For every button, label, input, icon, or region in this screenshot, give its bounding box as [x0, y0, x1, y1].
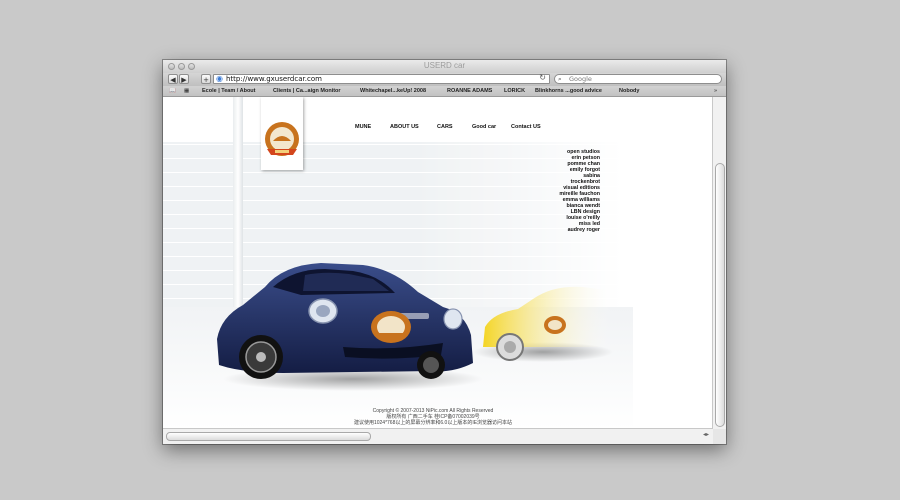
horizontal-scrollbar[interactable]: ◂▸: [163, 428, 713, 444]
search-field[interactable]: ⌕ Google: [554, 74, 722, 84]
window-title: USERD car: [423, 61, 466, 70]
bookmark-item[interactable]: Whitechapel...keUp! 2008: [360, 86, 426, 96]
browser-window: USERD car ◀ ▶ + ◉ http://www.gxuserdcar.…: [163, 60, 726, 444]
bookmark-item[interactable]: Blinkhorns ...good advice: [535, 86, 602, 96]
search-placeholder: Google: [569, 75, 592, 83]
browser-toolbar: ◀ ▶ + ◉ http://www.gxuserdcar.com ↻ ⌕ Go…: [163, 73, 726, 86]
horizontal-scroll-thumb[interactable]: [166, 432, 371, 441]
nav-good-car[interactable]: Good car: [472, 124, 496, 130]
back-button[interactable]: ◀: [168, 74, 178, 84]
add-bookmark-button[interactable]: +: [201, 74, 211, 84]
bookmark-item[interactable]: ROANNE ADAMS: [447, 86, 492, 96]
nav-mune[interactable]: MUNE: [355, 124, 371, 130]
list-item[interactable]: audrey roger: [559, 227, 600, 233]
reload-icon[interactable]: ↻: [539, 74, 546, 82]
blue-car: [217, 263, 483, 391]
nav-about-us[interactable]: ABOUT US: [390, 124, 419, 130]
address-bar-url: http://www.gxuserdcar.com: [226, 75, 322, 83]
site-logo[interactable]: [261, 97, 303, 170]
bookmarks-bar: 📖 ▦ Ecole | Team / About Clients | Ca...…: [163, 86, 726, 97]
chevron-right-icon[interactable]: »: [714, 86, 717, 96]
title-bar[interactable]: USERD car: [163, 60, 726, 73]
grid-icon[interactable]: ▦: [184, 86, 189, 96]
car-illustration: [217, 263, 613, 391]
globe-icon: ◉: [216, 74, 223, 83]
nav-contact-us[interactable]: Contact US: [511, 124, 541, 130]
resize-handle[interactable]: [713, 429, 726, 444]
bookmark-item[interactable]: Ecole | Team / About: [202, 86, 256, 96]
vertical-scrollbar[interactable]: [712, 97, 726, 429]
search-icon: ⌕: [558, 75, 562, 83]
logo-emblem-icon: [265, 122, 299, 156]
yellow-car: [473, 286, 613, 362]
page-content: MUNE ABOUT US CARS Good car Contact US o…: [163, 97, 713, 429]
bookmark-item[interactable]: Clients | Ca...aign Monitor: [273, 86, 341, 96]
scroll-arrows-icon[interactable]: ◂▸: [703, 431, 709, 438]
footer-note: 建议使用1024*768以上的屏幕分辨率和6.0以上版本的IE浏览器访问本站: [353, 420, 513, 426]
book-icon[interactable]: 📖: [169, 86, 176, 96]
bookmark-item[interactable]: Nobody: [619, 86, 639, 96]
vertical-scroll-thumb[interactable]: [715, 163, 725, 427]
link-list: open studios erin petson pomme chan emil…: [559, 149, 600, 233]
page-footer: Copyright © 2007-2013 NiPic.com All Righ…: [333, 408, 533, 426]
forward-button[interactable]: ▶: [179, 74, 189, 84]
address-bar[interactable]: ◉ http://www.gxuserdcar.com ↻: [213, 74, 550, 84]
bookmark-item[interactable]: LORICK: [504, 86, 525, 96]
nav-cars[interactable]: CARS: [437, 124, 453, 130]
